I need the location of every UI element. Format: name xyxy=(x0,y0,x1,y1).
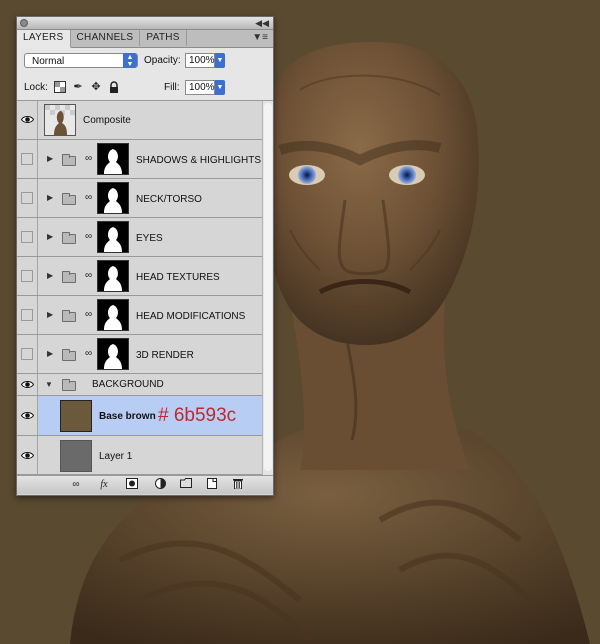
layers-scrollbar[interactable] xyxy=(262,101,273,475)
layer-thumbnail xyxy=(44,104,76,136)
expand-arrow-icon[interactable]: ▶ xyxy=(47,232,53,241)
eye-icon xyxy=(21,116,34,123)
mask-thumbnail[interactable] xyxy=(97,182,129,214)
panel-menu-icon[interactable]: ▼≡ xyxy=(252,31,268,45)
lock-brush-icon[interactable]: ✒ xyxy=(72,81,84,93)
link-layers-icon[interactable]: ∞ xyxy=(69,478,83,491)
link-icon[interactable]: ∞ xyxy=(85,309,92,321)
layer-name: Composite xyxy=(83,115,131,126)
layer-name: Base brown xyxy=(99,411,156,422)
collapse-arrow-icon[interactable]: ▼ xyxy=(45,380,53,389)
trash-icon[interactable] xyxy=(231,478,245,493)
close-icon[interactable] xyxy=(20,19,28,27)
expand-arrow-icon[interactable]: ▶ xyxy=(47,154,53,163)
tab-layers[interactable]: LAYERS xyxy=(17,30,71,48)
layer-color-swatch[interactable] xyxy=(60,400,92,432)
folder-icon xyxy=(62,310,76,322)
expand-arrow-icon[interactable]: ▶ xyxy=(47,310,53,319)
blend-mode-select[interactable]: Normal ▲ ▼ xyxy=(24,53,138,68)
fill-dropdown-icon[interactable]: ▼ xyxy=(215,80,225,95)
mask-thumbnail[interactable] xyxy=(97,299,129,331)
add-mask-icon[interactable] xyxy=(125,478,139,493)
layer-name: BACKGROUND xyxy=(92,379,164,390)
layer-row-neck-torso[interactable]: ▶ ∞ NECK/TORSO xyxy=(17,179,262,218)
layer-name: SHADOWS & HIGHLIGHTS xyxy=(136,155,262,166)
opacity-label: Opacity: xyxy=(144,55,181,66)
layer-name: NECK/TORSO xyxy=(136,194,202,205)
blend-mode-value: Normal xyxy=(32,56,65,67)
layer-name: Layer 1 xyxy=(99,451,133,462)
visibility-toggle[interactable] xyxy=(17,335,38,373)
mask-thumbnail[interactable] xyxy=(97,143,129,175)
lock-all-icon[interactable] xyxy=(108,81,120,93)
fill-label: Fill: xyxy=(164,82,180,93)
expand-arrow-icon[interactable]: ▶ xyxy=(47,271,53,280)
new-layer-icon[interactable] xyxy=(205,478,219,493)
layer-row-head-modifications[interactable]: ▶ ∞ HEAD MODIFICATIONS xyxy=(17,296,262,335)
visibility-toggle[interactable] xyxy=(17,374,38,395)
link-icon[interactable]: ∞ xyxy=(85,192,92,204)
link-icon[interactable]: ∞ xyxy=(85,231,92,243)
scrollbar-thumb[interactable] xyxy=(264,103,272,471)
layer-row-eyes[interactable]: ▶ ∞ EYES xyxy=(17,218,262,257)
link-icon[interactable]: ∞ xyxy=(85,270,92,282)
link-icon[interactable]: ∞ xyxy=(85,348,92,360)
layer-name: HEAD MODIFICATIONS xyxy=(136,311,246,322)
lock-label: Lock: xyxy=(24,82,48,93)
folder-icon xyxy=(62,271,76,283)
folder-icon xyxy=(62,154,76,166)
layer-name: HEAD TEXTURES xyxy=(136,272,220,283)
fx-icon[interactable]: fx xyxy=(97,478,111,491)
folder-icon xyxy=(62,349,76,361)
layer-row-head-textures[interactable]: ▶ ∞ HEAD TEXTURES xyxy=(17,257,262,296)
folder-icon xyxy=(62,232,76,244)
collapse-icon[interactable]: ◀◀ xyxy=(255,17,269,29)
lock-row: Lock: ✒ ✥ Fill: 100% ▼ xyxy=(17,74,273,101)
expand-arrow-icon[interactable]: ▶ xyxy=(47,193,53,202)
panel-titlebar[interactable]: ◀◀ xyxy=(17,17,273,30)
lock-transparent-icon[interactable] xyxy=(54,81,66,93)
blend-row: Normal ▲ ▼ Opacity: 100% ▼ xyxy=(17,48,273,74)
eye-icon xyxy=(21,452,34,459)
visibility-toggle[interactable] xyxy=(17,218,38,256)
folder-icon xyxy=(62,193,76,205)
mask-thumbnail[interactable] xyxy=(97,338,129,370)
layer-row-composite[interactable]: Composite xyxy=(17,101,262,140)
visibility-toggle[interactable] xyxy=(17,101,38,139)
eye-icon xyxy=(21,412,34,419)
panel-bottom-bar: ∞ fx xyxy=(17,475,273,494)
layer-thumbnail xyxy=(60,440,92,472)
opacity-field[interactable]: 100% xyxy=(185,53,215,68)
lock-move-icon[interactable]: ✥ xyxy=(90,81,102,93)
layer-row-background-group[interactable]: ▼ BACKGROUND xyxy=(17,374,262,396)
visibility-toggle[interactable] xyxy=(17,296,38,334)
opacity-dropdown-icon[interactable]: ▼ xyxy=(215,53,225,68)
visibility-toggle[interactable] xyxy=(17,436,38,474)
layer-name: 3D RENDER xyxy=(136,350,194,361)
visibility-toggle[interactable] xyxy=(17,396,38,435)
mask-thumbnail[interactable] xyxy=(97,221,129,253)
layer-row-layer-1[interactable]: Layer 1 xyxy=(17,436,262,475)
layer-row-3d-render[interactable]: ▶ ∞ 3D RENDER xyxy=(17,335,262,374)
link-icon[interactable]: ∞ xyxy=(85,153,92,165)
hex-color-annotation: # 6b593c xyxy=(158,405,237,426)
visibility-toggle[interactable] xyxy=(17,257,38,295)
layer-row-shadows-highlights[interactable]: ▶ ∞ SHADOWS & HIGHLIGHTS xyxy=(17,140,262,179)
visibility-toggle[interactable] xyxy=(17,179,38,217)
tab-channels[interactable]: CHANNELS xyxy=(71,30,141,46)
panel-tabs: LAYERS CHANNELS PATHS ▼≡ xyxy=(17,30,273,48)
tab-paths[interactable]: PATHS xyxy=(140,30,187,46)
adjustment-layer-icon[interactable] xyxy=(153,478,167,493)
eye-icon xyxy=(21,381,34,388)
mask-thumbnail[interactable] xyxy=(97,260,129,292)
expand-arrow-icon[interactable]: ▶ xyxy=(47,349,53,358)
folder-icon xyxy=(62,379,76,391)
select-arrows-icon: ▲ ▼ xyxy=(123,53,137,68)
visibility-toggle[interactable] xyxy=(17,140,38,178)
new-group-icon[interactable] xyxy=(179,478,193,492)
fill-field[interactable]: 100% xyxy=(185,80,215,95)
layer-name: EYES xyxy=(136,233,163,244)
